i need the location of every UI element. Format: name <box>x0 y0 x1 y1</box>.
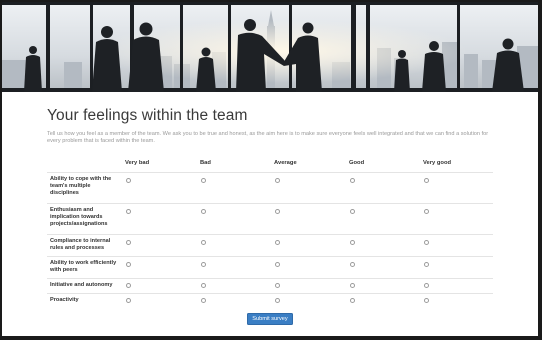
page-title: Your feelings within the team <box>47 107 248 124</box>
radio-average[interactable] <box>275 262 280 267</box>
radio-very-bad[interactable] <box>126 262 131 267</box>
radio-bad[interactable] <box>201 178 206 183</box>
business-team-silhouettes-image <box>2 2 538 92</box>
column-average: Average <box>274 160 297 166</box>
radio-very-bad[interactable] <box>126 298 131 303</box>
intro-text: Tell us how you feel as a member of the … <box>47 131 489 145</box>
radio-very-good[interactable] <box>424 262 429 267</box>
radio-average[interactable] <box>275 283 280 288</box>
radio-average[interactable] <box>275 240 280 245</box>
question-label: Enthusiasm and implication towards proje… <box>50 207 108 228</box>
column-very-good: Very good <box>423 160 452 166</box>
question-row: Enthusiasm and implication towards proje… <box>47 203 493 234</box>
radio-very-bad[interactable] <box>126 178 131 183</box>
radio-very-good[interactable] <box>424 209 429 214</box>
radio-very-bad[interactable] <box>126 240 131 245</box>
question-label: Ability to cope with the team's multiple… <box>50 176 112 197</box>
submit-survey-button[interactable]: Submit survey <box>247 313 293 325</box>
radio-good[interactable] <box>350 240 355 245</box>
radio-bad[interactable] <box>201 209 206 214</box>
radio-bad[interactable] <box>201 240 206 245</box>
question-label: Initiative and autonomy <box>50 282 113 288</box>
radio-bad[interactable] <box>201 283 206 288</box>
question-label: Proactivity <box>50 297 79 303</box>
question-row: Ability to work efficiently with peers <box>47 256 493 278</box>
radio-average[interactable] <box>275 178 280 183</box>
column-good: Good <box>349 160 365 166</box>
question-row: Proactivity <box>47 293 493 308</box>
radio-very-good[interactable] <box>424 240 429 245</box>
survey-matrix: Very bad Bad Average Good Very good Abil… <box>47 157 493 308</box>
radio-very-good[interactable] <box>424 283 429 288</box>
radio-very-bad[interactable] <box>126 209 131 214</box>
hero-banner-image <box>2 2 538 92</box>
scale-header-row: Very bad Bad Average Good Very good <box>47 157 493 172</box>
column-very-bad: Very bad <box>125 160 150 166</box>
radio-very-good[interactable] <box>424 178 429 183</box>
radio-very-good[interactable] <box>424 298 429 303</box>
radio-good[interactable] <box>350 262 355 267</box>
radio-average[interactable] <box>275 209 280 214</box>
radio-bad[interactable] <box>201 298 206 303</box>
question-row: Ability to cope with the team's multiple… <box>47 172 493 203</box>
question-row: Compliance to internal rules and process… <box>47 234 493 256</box>
radio-good[interactable] <box>350 283 355 288</box>
radio-good[interactable] <box>350 298 355 303</box>
radio-bad[interactable] <box>201 262 206 267</box>
radio-good[interactable] <box>350 178 355 183</box>
radio-good[interactable] <box>350 209 355 214</box>
question-label: Ability to work efficiently with peers <box>50 260 117 274</box>
column-bad: Bad <box>200 160 211 166</box>
survey-section: Your feelings within the team Tell us ho… <box>2 92 538 336</box>
question-label: Compliance to internal rules and process… <box>50 238 111 252</box>
radio-average[interactable] <box>275 298 280 303</box>
question-row: Initiative and autonomy <box>47 278 493 293</box>
app-window: Your feelings within the team Tell us ho… <box>2 2 538 336</box>
radio-very-bad[interactable] <box>126 283 131 288</box>
